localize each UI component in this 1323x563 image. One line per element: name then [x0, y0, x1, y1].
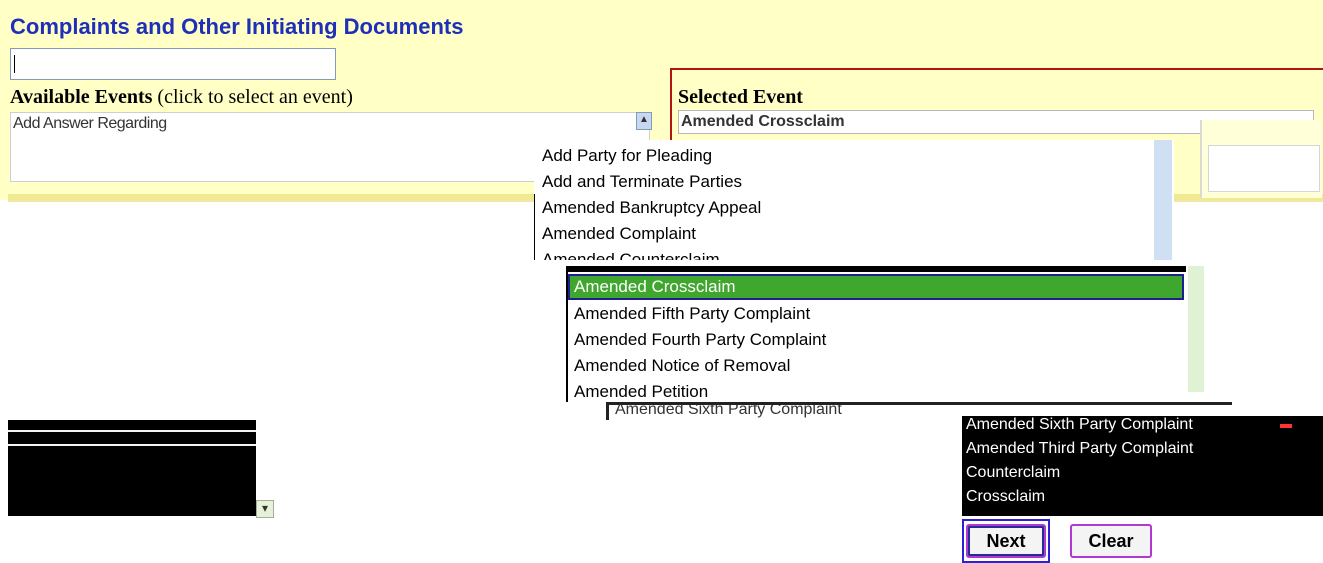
list-item[interactable]: Amended Notice of Removal [574, 356, 790, 376]
select-row-divider [8, 430, 256, 432]
text-caret [14, 55, 15, 73]
list-item[interactable]: Add Party for Pleading [542, 146, 712, 166]
dropdown-scrollbar[interactable] [1188, 266, 1204, 392]
events-list-overflow[interactable]: Amended Sixth Party Complaint Amended Th… [962, 416, 1323, 516]
right-ghost-field [1208, 145, 1320, 192]
list-item: Amended Sixth Party Complaint [615, 402, 842, 418]
list-item[interactable]: Amended Counterclaim [542, 250, 720, 260]
selected-list-item[interactable]: Amended Crossclaim [568, 274, 1184, 300]
dropdown-border [534, 194, 535, 260]
chevron-down-icon[interactable]: ▾ [256, 500, 274, 518]
page-title: Complaints and Other Initiating Document… [10, 14, 464, 39]
list-item[interactable]: Amended Petition [574, 382, 708, 402]
selected-event-label: Selected Event [678, 86, 803, 108]
dropdown-scrollbar[interactable] [1154, 140, 1172, 260]
clear-button[interactable]: Clear [1070, 524, 1152, 558]
list-item[interactable]: Counterclaim [966, 464, 1060, 482]
available-events-label: Available Events (click to select an eve… [10, 86, 353, 109]
list-item[interactable]: Add and Terminate Parties [542, 172, 742, 192]
dropdown-top-edge [566, 266, 1186, 272]
list-item[interactable]: Amended Bankruptcy Appeal [542, 198, 761, 218]
available-events-label-hint: (click to select an event) [152, 86, 353, 108]
list-item[interactable]: Amended Sixth Party Complaint [966, 416, 1193, 434]
events-dropdown-secondary[interactable]: Amended Crossclaim Amended Fifth Party C… [566, 266, 1206, 402]
selected-event-value: Amended Crossclaim [681, 113, 845, 130]
events-dropdown[interactable]: Add Party for Pleading Add and Terminate… [534, 140, 1174, 260]
list-item[interactable]: Amended Fifth Party Complaint [574, 304, 810, 324]
list-item[interactable]: Amended Complaint [542, 224, 696, 244]
list-item[interactable]: Amended Fourth Party Complaint [574, 330, 826, 350]
available-events-label-bold: Available Events [10, 86, 153, 108]
overflow-marker [1280, 424, 1292, 428]
list-item[interactable]: Add Answer Regarding [13, 115, 167, 133]
next-button[interactable]: Next [966, 524, 1046, 558]
party-select[interactable] [8, 420, 256, 516]
search-input[interactable] [10, 48, 336, 80]
list-item[interactable]: Crossclaim [966, 488, 1045, 506]
scroll-up-icon[interactable]: ▲ [636, 112, 652, 130]
select-row-divider [8, 444, 256, 446]
list-item[interactable]: Amended Third Party Complaint [966, 440, 1193, 458]
